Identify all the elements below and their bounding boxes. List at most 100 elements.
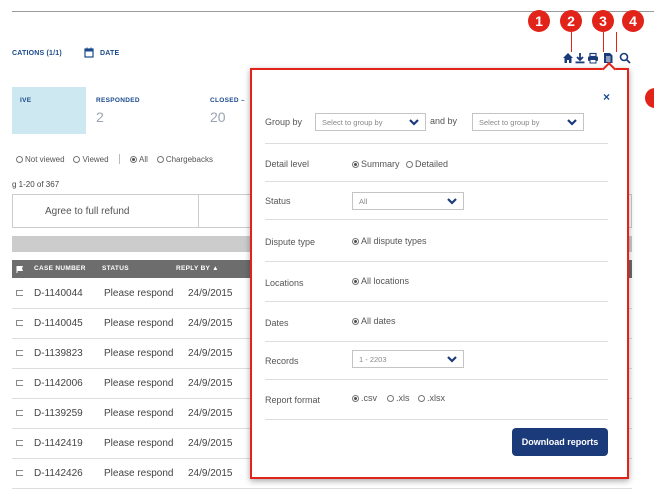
callout-5-partial (645, 88, 654, 108)
format-xls-radio[interactable]: .xls (387, 393, 410, 403)
cell-case: D-1140044 (34, 288, 83, 299)
home-icon[interactable] (562, 52, 574, 64)
row-records: Records 1 - 2203 (265, 342, 608, 380)
flag-icon (16, 440, 23, 446)
flag-icon (16, 410, 23, 416)
tile-label: RESPONDED (96, 97, 140, 104)
cell-case: D-1140045 (34, 318, 83, 329)
cell-reply: 24/9/2015 (188, 408, 233, 419)
cell-case: D-1142426 (34, 468, 83, 479)
download-icon[interactable] (574, 52, 586, 64)
download-reports-button[interactable]: Download reports (512, 428, 608, 456)
status-select[interactable]: All (352, 192, 464, 210)
status-label: Status (265, 196, 291, 206)
filter-viewed[interactable]: Viewed (73, 155, 109, 164)
report-format-label: Report format (265, 395, 321, 405)
callout-4: 4 (622, 10, 644, 32)
callout-3: 3 (592, 10, 614, 32)
cell-reply: 24/9/2015 (188, 468, 233, 479)
flag-icon (16, 470, 23, 476)
flag-icon (16, 350, 23, 356)
row-dates: Dates All dates (265, 302, 608, 342)
locations-label: Locations (265, 278, 304, 288)
cell-case: D-1142419 (34, 438, 83, 449)
filter-chargebacks[interactable]: Chargebacks (156, 155, 213, 164)
top-divider (12, 11, 654, 12)
tile-label: CLOSED – (210, 97, 245, 104)
cell-reply: 24/9/2015 (188, 318, 233, 329)
search-icon[interactable] (619, 52, 631, 64)
cell-status: Please respond (104, 288, 174, 299)
filter-all[interactable]: All (130, 155, 148, 164)
chevron-down-icon (409, 119, 419, 126)
select-value: 1 - 2203 (359, 355, 387, 364)
records-select[interactable]: 1 - 2203 (352, 350, 464, 368)
group-by-label: Group by (265, 117, 303, 127)
cell-status: Please respond (104, 468, 174, 479)
callout-2: 2 (560, 10, 582, 32)
tile-count: 20 (210, 109, 226, 125)
filter-not-viewed[interactable]: Not viewed (16, 155, 65, 164)
view-filters: Not viewed Viewed All Chargebacks (16, 154, 213, 164)
results-range: g 1-20 of 367 (12, 180, 60, 189)
cell-case: D-1139259 (34, 408, 83, 419)
cell-case: D-1142006 (34, 378, 83, 389)
select-value: Select to group by (479, 118, 540, 127)
flag-icon (16, 320, 23, 326)
detail-summary-radio[interactable]: Summary (352, 159, 400, 169)
date-filter[interactable]: DATE (100, 50, 119, 57)
records-label: Records (265, 356, 299, 366)
select-value: All (359, 197, 368, 206)
cell-status: Please respond (104, 438, 174, 449)
chevron-down-icon (447, 198, 457, 205)
col-status[interactable]: STATUS (102, 265, 129, 272)
callout-1: 1 (528, 10, 550, 32)
locations-all-radio[interactable]: All locations (352, 276, 409, 286)
cell-reply: 24/9/2015 (188, 348, 233, 359)
cell-case: D-1139823 (34, 348, 83, 359)
cell-status: Please respond (104, 348, 174, 359)
chevron-down-icon (447, 356, 457, 363)
group-by-select[interactable]: Select to group by (315, 113, 426, 131)
cell-reply: 24/9/2015 (188, 288, 233, 299)
tile-label: IVE (20, 97, 32, 104)
and-by-label: and by (430, 116, 458, 126)
flag-icon (16, 290, 23, 296)
callout-4-line (616, 32, 617, 52)
callout-3-line (603, 32, 604, 52)
print-icon[interactable] (587, 52, 599, 64)
calendar-icon (84, 47, 94, 58)
tile-active[interactable]: IVE (12, 87, 86, 134)
row-status: Status All (265, 182, 608, 220)
tile-count: 2 (96, 109, 104, 125)
col-case-number[interactable]: CASE NUMBER (34, 265, 86, 272)
tile-responded[interactable]: RESPONDED 2 (96, 87, 196, 134)
row-locations: Locations All locations (265, 262, 608, 302)
dates-all-radio[interactable]: All dates (352, 316, 396, 326)
cell-status: Please respond (104, 378, 174, 389)
format-xlsx-radio[interactable]: .xlsx (418, 393, 445, 403)
dates-label: Dates (265, 318, 289, 328)
detail-level-label: Detail level (265, 159, 310, 169)
and-by-select[interactable]: Select to group by (472, 113, 584, 131)
dispute-type-label: Dispute type (265, 237, 316, 247)
cell-reply: 24/9/2015 (188, 378, 233, 389)
row-group-by: Group by Select to group by and by Selec… (265, 100, 608, 144)
flag-icon (16, 380, 23, 386)
select-value: Select to group by (322, 118, 383, 127)
cell-reply: 24/9/2015 (188, 438, 233, 449)
callout-2-line (571, 32, 572, 52)
locations-filter[interactable]: CATIONS (1/1) (12, 50, 62, 57)
cell-status: Please respond (104, 408, 174, 419)
flag-icon (16, 266, 23, 273)
detail-detailed-radio[interactable]: Detailed (406, 159, 448, 169)
chevron-down-icon (567, 119, 577, 126)
col-reply-by[interactable]: REPLY BY ▲ (176, 265, 219, 272)
row-detail-level: Detail level Summary Detailed (265, 144, 608, 182)
format-csv-radio[interactable]: .csv (352, 393, 377, 403)
tile-closed[interactable]: CLOSED – 20 (210, 87, 250, 134)
dispute-type-all-radio[interactable]: All dispute types (352, 236, 427, 246)
action-divider (198, 195, 199, 227)
agree-refund-action[interactable]: Agree to full refund (45, 206, 130, 217)
row-report-format: Report format .csv .xls .xlsx (265, 380, 608, 420)
